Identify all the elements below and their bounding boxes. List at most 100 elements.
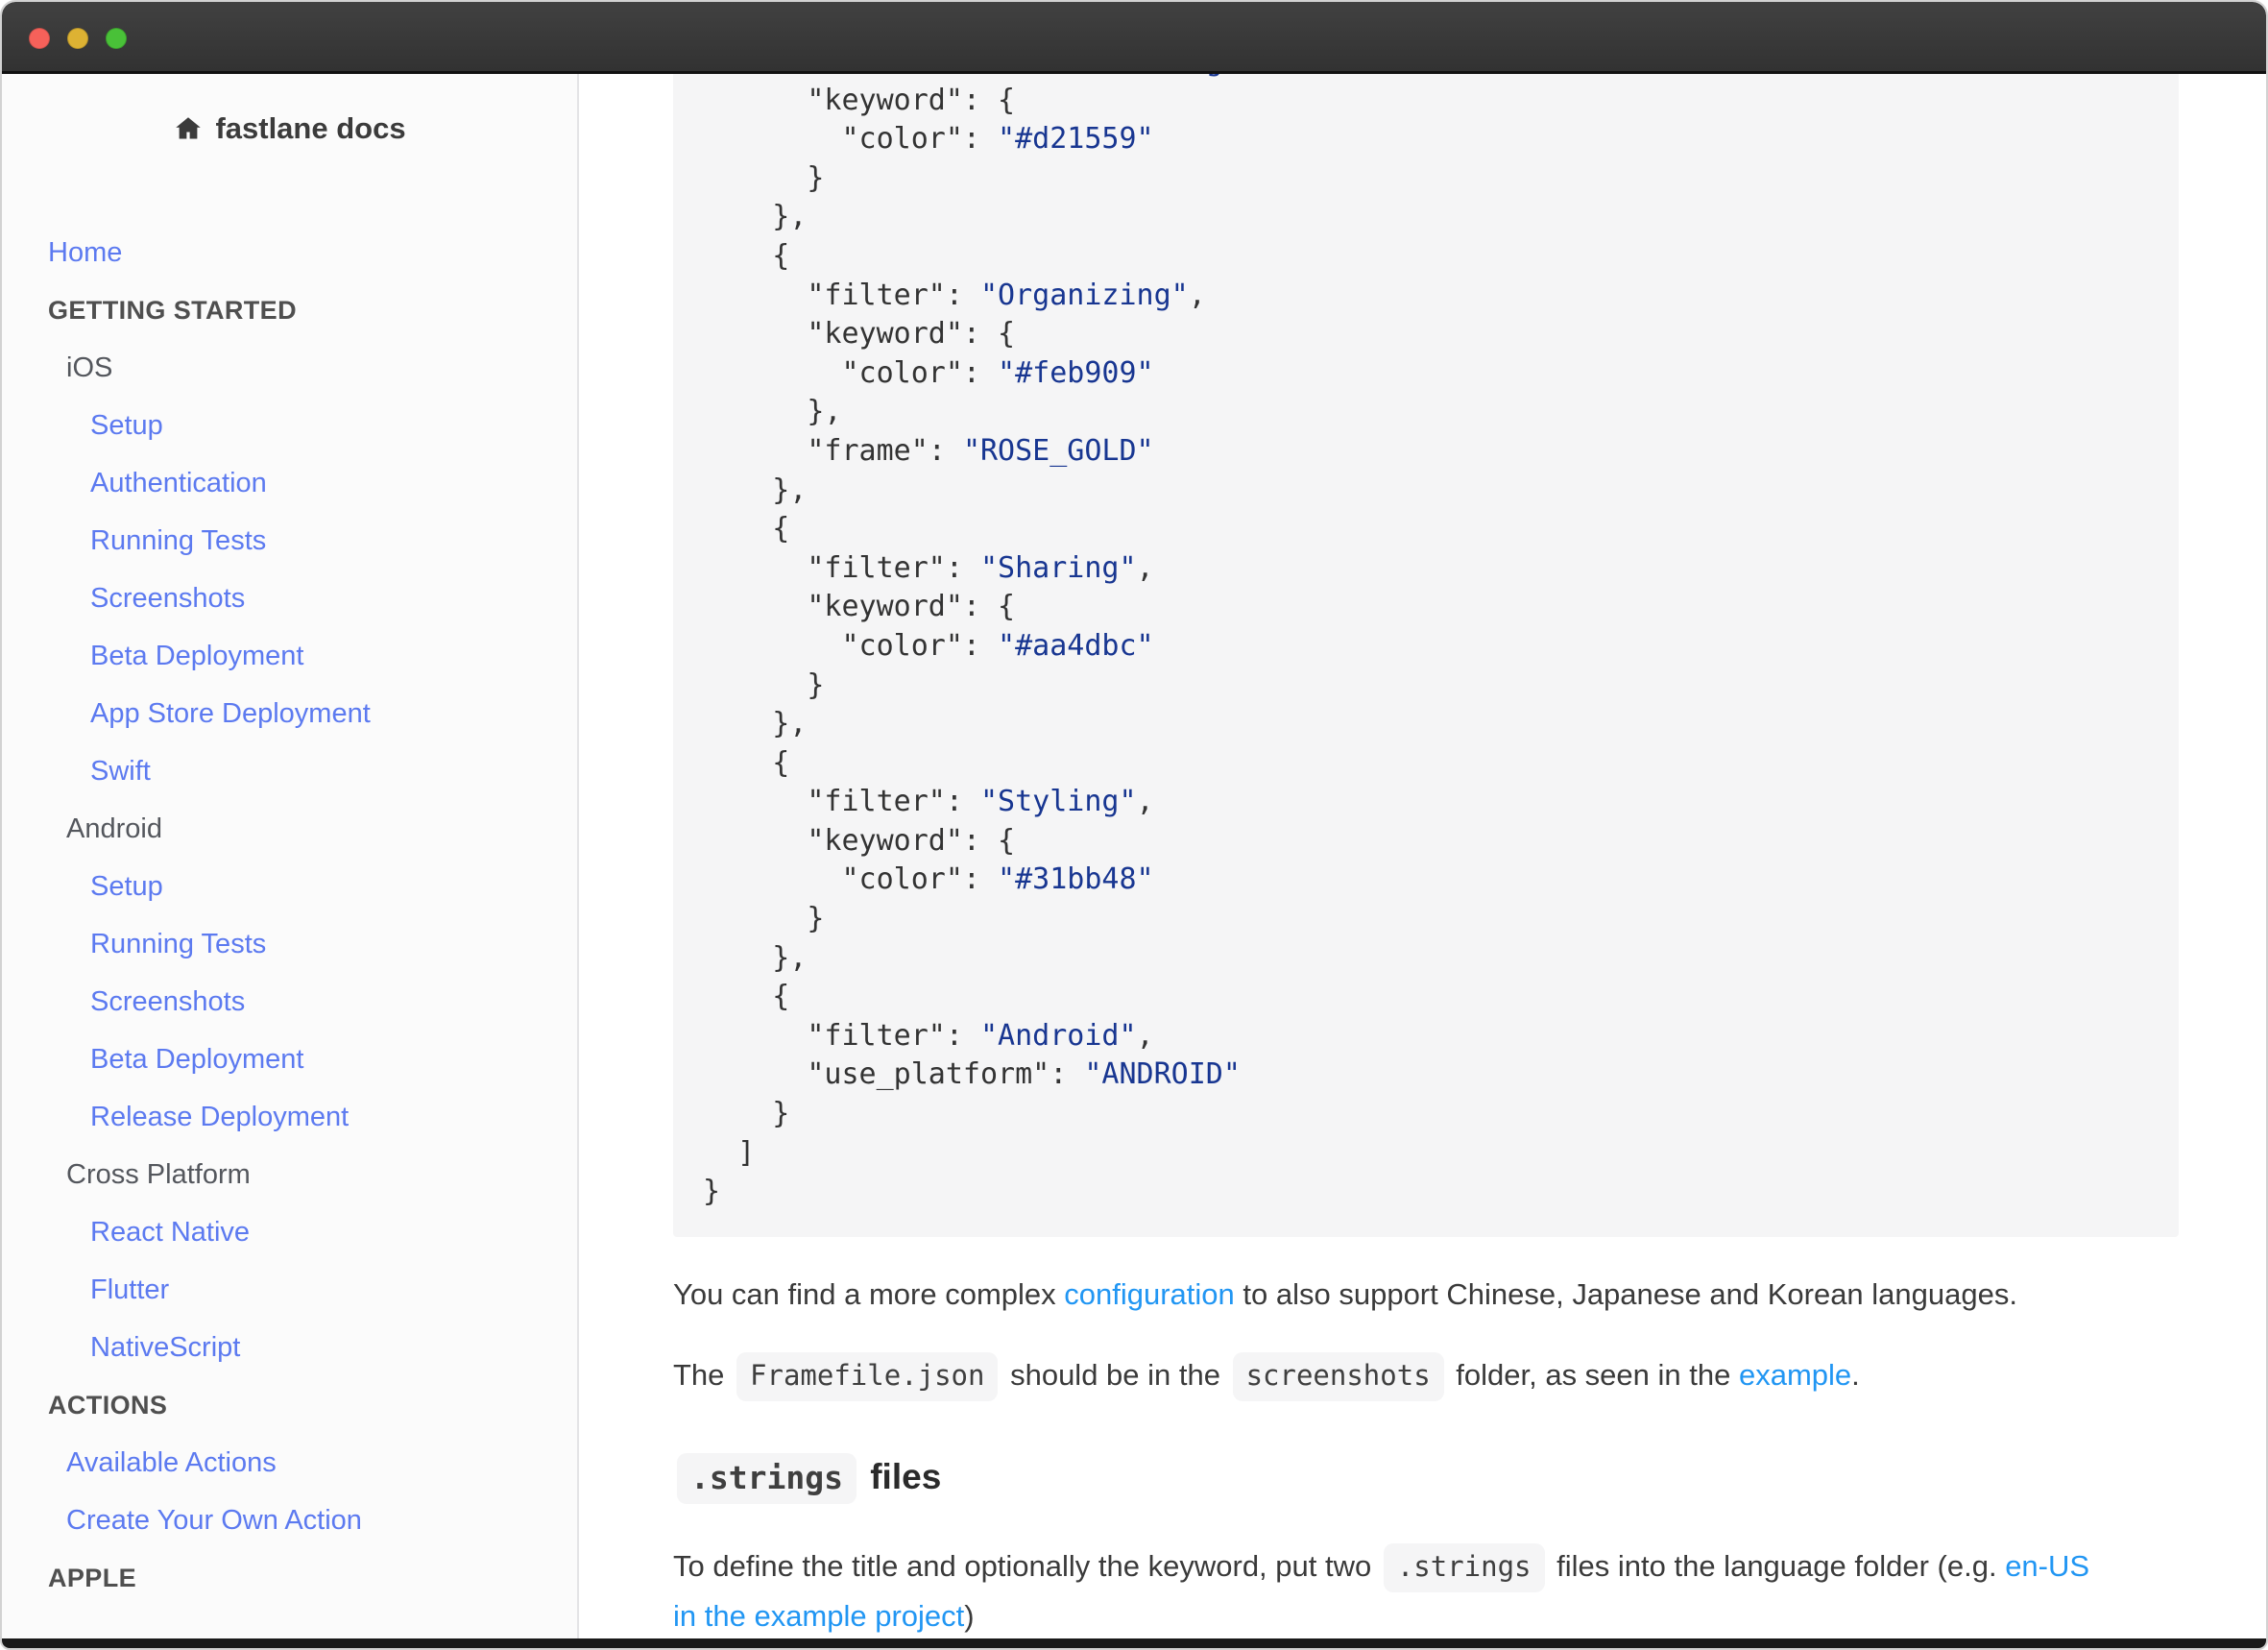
site-title[interactable]: fastlane docs xyxy=(2,107,577,151)
code-string-value: "Organizing" xyxy=(980,279,1189,312)
code-plain-token: }, xyxy=(703,200,807,233)
code-line: { xyxy=(703,744,2179,784)
code-plain-token: "keyword": { xyxy=(703,590,1015,623)
code-line: { xyxy=(703,237,2179,277)
link-configuration[interactable]: configuration xyxy=(1064,1277,1235,1311)
sidebar-item-ios[interactable]: iOS xyxy=(2,339,577,397)
paragraph-strings-files: To define the title and optionally the k… xyxy=(673,1542,2179,1640)
sidebar-item-label: GETTING STARTED xyxy=(48,296,297,326)
sidebar-item-label: Screenshots xyxy=(90,583,245,615)
code-plain-token: "keyword": { xyxy=(703,317,1015,351)
sidebar-item-label: Setup xyxy=(90,871,163,903)
code-plain-token: }, xyxy=(703,395,842,428)
inline-code-screenshots: screenshots xyxy=(1233,1352,1444,1401)
sidebar-item-label: Available Actions xyxy=(66,1447,277,1479)
main-content: "filter": "Brainstorming", "keyword": { … xyxy=(579,74,2266,1638)
sidebar-item-actions: ACTIONS xyxy=(2,1376,577,1434)
code-plain-token: } xyxy=(703,1097,789,1130)
zoom-button[interactable] xyxy=(106,28,127,49)
code-line: "keyword": { xyxy=(703,822,2179,861)
sidebar-item-home[interactable]: Home xyxy=(2,224,577,281)
code-line: }, xyxy=(703,198,2179,237)
code-plain-token: ] xyxy=(703,1136,755,1170)
sidebar-item-react-native[interactable]: React Native xyxy=(2,1203,577,1261)
sidebar-item-setup[interactable]: Setup xyxy=(2,858,577,915)
code-plain-token: { xyxy=(703,512,789,546)
sidebar-item-available-actions[interactable]: Available Actions xyxy=(2,1434,577,1492)
code-line: "keyword": { xyxy=(703,82,2179,121)
code-line: }, xyxy=(703,705,2179,744)
code-line: "use_platform": "ANDROID" xyxy=(703,1056,2179,1095)
sidebar-item-label: Home xyxy=(48,237,122,269)
code-line: "color": "#feb909" xyxy=(703,354,2179,394)
code-plain-token: } xyxy=(703,902,824,935)
text-segment: should be in the xyxy=(1001,1358,1228,1392)
inline-code-framefile-json: Framefile.json xyxy=(736,1352,998,1401)
code-plain-token: "filter": xyxy=(703,1019,980,1053)
code-line: "frame": "ROSE_GOLD" xyxy=(703,432,2179,472)
sidebar-item-label: ACTIONS xyxy=(48,1391,167,1420)
sidebar-item-android[interactable]: Android xyxy=(2,800,577,858)
code-plain-token: } xyxy=(703,668,824,702)
code-line: { xyxy=(703,978,2179,1017)
text-segment: files xyxy=(860,1457,941,1496)
sidebar-item-release-deployment[interactable]: Release Deployment xyxy=(2,1088,577,1146)
sidebar-item-authentication[interactable]: Authentication xyxy=(2,454,577,512)
sidebar-item-swift[interactable]: Swift xyxy=(2,742,577,800)
code-line: } xyxy=(703,159,2179,199)
code-line: "color": "#aa4dbc" xyxy=(703,627,2179,667)
code-string-value: "Sharing" xyxy=(980,551,1137,585)
minimize-button[interactable] xyxy=(67,28,88,49)
sidebar-item-label: iOS xyxy=(66,352,112,384)
sidebar-item-screenshots[interactable]: Screenshots xyxy=(2,973,577,1031)
code-line: } xyxy=(703,1095,2179,1134)
sidebar-item-running-tests[interactable]: Running Tests xyxy=(2,915,577,973)
code-line: }, xyxy=(703,393,2179,432)
code-content: "filter": "Brainstorming", "keyword": { … xyxy=(703,42,2179,1212)
code-line: "color": "#31bb48" xyxy=(703,861,2179,900)
sidebar-item-setup[interactable]: Setup xyxy=(2,397,577,454)
code-string-value: "#31bb48" xyxy=(998,862,1154,896)
code-line: }, xyxy=(703,472,2179,511)
sidebar-item-app-store-deployment[interactable]: App Store Deployment xyxy=(2,685,577,742)
code-plain-token: "color": xyxy=(703,122,998,156)
sidebar-item-screenshots[interactable]: Screenshots xyxy=(2,570,577,627)
link-in-the-example-project[interactable]: in the example project xyxy=(673,1599,964,1633)
sidebar-item-nativescript[interactable]: NativeScript xyxy=(2,1319,577,1376)
code-plain-token: , xyxy=(1189,279,1206,312)
code-line: "filter": "Sharing", xyxy=(703,549,2179,589)
code-plain-token: }, xyxy=(703,473,807,507)
sidebar-item-label: Running Tests xyxy=(90,525,266,557)
sidebar-item-beta-deployment[interactable]: Beta Deployment xyxy=(2,627,577,685)
code-plain-token: } xyxy=(703,161,824,195)
sidebar-item-create-your-own-action[interactable]: Create Your Own Action xyxy=(2,1492,577,1549)
code-plain-token: , xyxy=(1137,551,1154,585)
site-title-label: fastlane docs xyxy=(215,111,405,146)
sidebar-item-label: Beta Deployment xyxy=(90,641,303,672)
sidebar-item-label: Flutter xyxy=(90,1274,169,1306)
code-line: "filter": "Styling", xyxy=(703,783,2179,822)
link-en-us[interactable]: en-US xyxy=(2005,1549,2089,1583)
sidebar-item-cross-platform[interactable]: Cross Platform xyxy=(2,1146,577,1203)
sidebar-item-running-tests[interactable]: Running Tests xyxy=(2,512,577,570)
code-string-value: "ANDROID" xyxy=(1084,1057,1241,1091)
text-segment: folder, as seen in the xyxy=(1448,1358,1739,1392)
close-button[interactable] xyxy=(29,28,50,49)
code-line: ] xyxy=(703,1134,2179,1174)
code-line: } xyxy=(703,1173,2179,1212)
code-string-value: "#aa4dbc" xyxy=(998,629,1154,663)
code-plain-token: "color": xyxy=(703,629,998,663)
text-segment: to also support Chinese, Japanese and Ko… xyxy=(1235,1277,2017,1311)
code-plain-token: { xyxy=(703,239,789,273)
sidebar-item-flutter[interactable]: Flutter xyxy=(2,1261,577,1319)
code-line: "filter": "Android", xyxy=(703,1017,2179,1056)
paragraph-complex-config: You can find a more complex configuratio… xyxy=(673,1274,2179,1316)
sidebar-nav: HomeGETTING STARTEDiOSSetupAuthenticatio… xyxy=(2,224,577,1607)
text-segment: files into the language folder (e.g. xyxy=(1549,1549,2006,1583)
sidebar-item-beta-deployment[interactable]: Beta Deployment xyxy=(2,1031,577,1088)
code-plain-token: "frame": xyxy=(703,434,963,468)
text-segment: You can find a more complex xyxy=(673,1277,1064,1311)
link-example[interactable]: example xyxy=(1739,1358,1851,1392)
code-plain-token: "filter": xyxy=(703,279,980,312)
code-line: }, xyxy=(703,939,2179,979)
